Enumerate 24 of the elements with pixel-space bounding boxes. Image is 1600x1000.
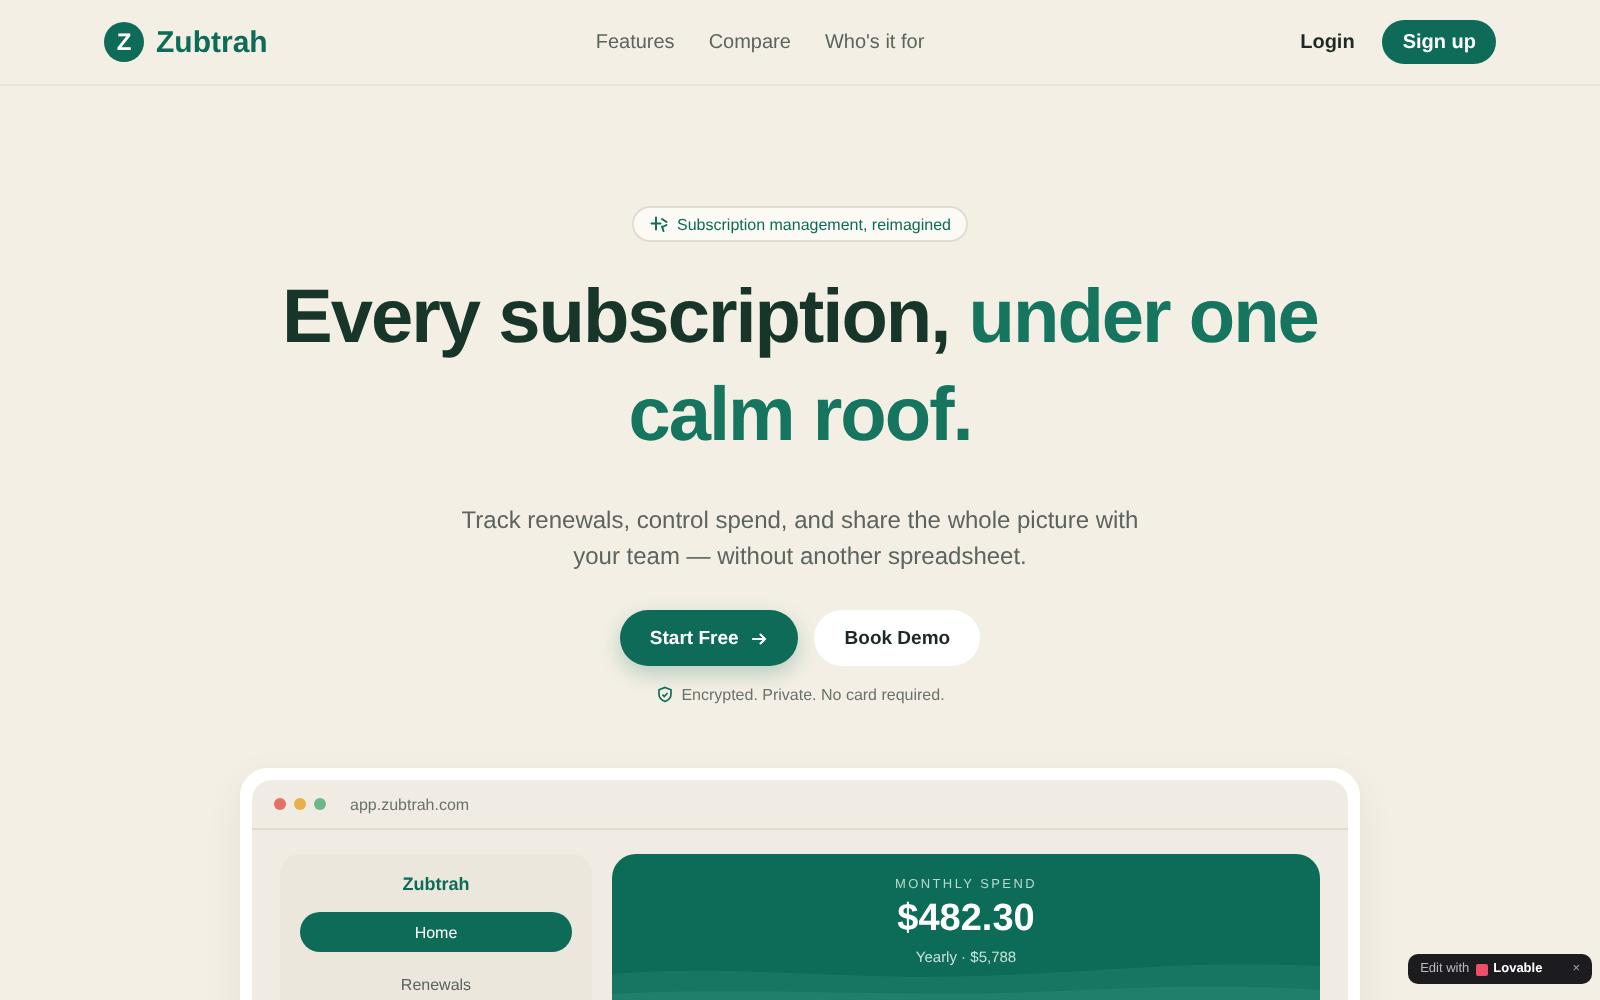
brand-name[interactable]: Zubtrah [156,25,268,59]
sidebar-title: Zubtrah [402,874,470,894]
close-dot [274,798,286,810]
nav-link[interactable]: Features [595,31,675,53]
subtitle: Track renewals, control spend, and share the whole picture with your team — without another spreadsheet. [459,504,1141,574]
arrow-right-icon [750,629,769,647]
start-free-button[interactable]: Start Free [619,610,799,666]
privacy-note: Encrypted. Private. No card required. [681,686,945,704]
shield-check-icon [655,686,674,704]
maximize-dot [314,798,326,810]
sparkle-icon [649,215,668,233]
login-link[interactable]: Login [1300,31,1355,53]
nav-link[interactable]: Who's it for [824,31,925,53]
logo-badge: Z [104,22,144,62]
tagline-text: Subscription management, reimagined [677,215,951,233]
headline: Every subscription, under one calm roof. [280,274,1320,462]
signup-button[interactable]: Sign up [1382,20,1496,64]
sidebar-item[interactable]: Home [300,912,572,952]
spend-amount: $482.30 [897,898,1035,942]
nav-link[interactable]: Compare [708,31,791,53]
minimize-dot [294,798,306,810]
url-text: app.zubtrah.com [350,795,470,813]
book-demo-button[interactable]: Book Demo [814,610,981,666]
sidebar-item[interactable]: Renewals [300,964,572,1000]
